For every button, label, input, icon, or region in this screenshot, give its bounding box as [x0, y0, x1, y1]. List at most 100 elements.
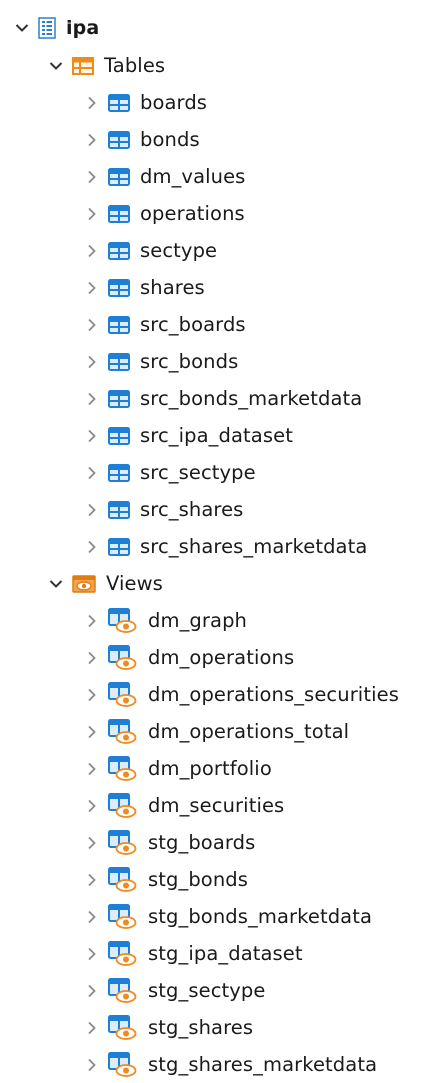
- chevron-right-icon[interactable]: [84, 613, 100, 629]
- tree-node-view[interactable]: stg_bonds_marketdata: [0, 898, 426, 935]
- table-name: src_bonds: [140, 349, 239, 373]
- table-icon: [108, 352, 130, 371]
- view-name: stg_boards: [148, 830, 256, 854]
- database-navigator-tree: ipa Tables boards bonds dm_values operat…: [0, 0, 426, 1080]
- chevron-right-icon[interactable]: [84, 354, 100, 370]
- table-icon: [108, 537, 130, 556]
- view-icon: [108, 829, 138, 856]
- tables-list: boards bonds dm_values operations sectyp…: [0, 84, 426, 565]
- tree-node-table[interactable]: operations: [0, 195, 426, 232]
- table-icon: [108, 315, 130, 334]
- table-name: bonds: [140, 127, 200, 151]
- tree-node-table[interactable]: src_shares: [0, 491, 426, 528]
- chevron-right-icon[interactable]: [84, 280, 100, 296]
- table-icon: [108, 93, 130, 112]
- tree-node-view[interactable]: stg_shares: [0, 1009, 426, 1046]
- tree-node-view[interactable]: stg_shares_marketdata: [0, 1046, 426, 1083]
- chevron-right-icon[interactable]: [84, 761, 100, 777]
- tree-node-view[interactable]: stg_boards: [0, 824, 426, 861]
- table-name: operations: [140, 201, 245, 225]
- chevron-right-icon[interactable]: [84, 983, 100, 999]
- chevron-down-icon[interactable]: [48, 576, 64, 592]
- chevron-right-icon[interactable]: [84, 95, 100, 111]
- tree-node-table[interactable]: src_sectype: [0, 454, 426, 491]
- chevron-right-icon[interactable]: [84, 502, 100, 518]
- view-icon: [108, 644, 138, 671]
- chevron-right-icon[interactable]: [84, 650, 100, 666]
- chevron-right-icon[interactable]: [84, 317, 100, 333]
- tree-node-view[interactable]: dm_portfolio: [0, 750, 426, 787]
- table-icon: [108, 463, 130, 482]
- view-name: dm_securities: [148, 793, 285, 817]
- table-icon: [108, 204, 130, 223]
- chevron-right-icon[interactable]: [84, 724, 100, 740]
- database-name: ipa: [66, 16, 100, 39]
- tree-node-table[interactable]: sectype: [0, 232, 426, 269]
- tree-node-table[interactable]: boards: [0, 84, 426, 121]
- view-icon: [108, 792, 138, 819]
- table-name: src_shares: [140, 497, 244, 521]
- chevron-down-icon[interactable]: [48, 58, 64, 74]
- tree-node-view[interactable]: stg_bonds: [0, 861, 426, 898]
- tree-node-view[interactable]: stg_ipa_dataset: [0, 935, 426, 972]
- view-name: dm_graph: [148, 608, 248, 632]
- view-icon: [108, 755, 138, 782]
- chevron-right-icon[interactable]: [84, 428, 100, 444]
- view-name: stg_bonds: [148, 867, 249, 891]
- view-icon: [108, 940, 138, 967]
- table-icon: [108, 500, 130, 519]
- tree-node-view[interactable]: dm_graph: [0, 602, 426, 639]
- chevron-right-icon[interactable]: [84, 1057, 100, 1073]
- view-icon: [108, 718, 138, 745]
- view-name: stg_shares: [148, 1015, 254, 1039]
- tree-node-table[interactable]: dm_values: [0, 158, 426, 195]
- chevron-right-icon[interactable]: [84, 206, 100, 222]
- chevron-right-icon[interactable]: [84, 909, 100, 925]
- chevron-right-icon[interactable]: [84, 946, 100, 962]
- view-icon: [108, 681, 138, 708]
- tree-node-view[interactable]: dm_operations_total: [0, 713, 426, 750]
- view-icon: [108, 1014, 138, 1041]
- tree-node-view[interactable]: dm_securities: [0, 787, 426, 824]
- tree-node-views-folder[interactable]: Views: [0, 565, 426, 602]
- tree-node-view[interactable]: stg_sectype: [0, 972, 426, 1009]
- chevron-right-icon[interactable]: [84, 132, 100, 148]
- chevron-right-icon[interactable]: [84, 465, 100, 481]
- views-list: dm_graph dm_operations dm_operations_sec…: [0, 602, 426, 1083]
- view-name: dm_operations_total: [148, 719, 350, 743]
- database-icon: [38, 17, 56, 39]
- table-name: src_bonds_marketdata: [140, 386, 363, 410]
- tree-node-database[interactable]: ipa: [0, 9, 426, 47]
- chevron-right-icon[interactable]: [84, 835, 100, 851]
- tree-node-view[interactable]: dm_operations: [0, 639, 426, 676]
- table-icon: [108, 426, 130, 445]
- tree-node-table[interactable]: src_shares_marketdata: [0, 528, 426, 565]
- views-folder-icon: [72, 574, 96, 593]
- table-icon: [108, 389, 130, 408]
- table-icon: [108, 278, 130, 297]
- chevron-right-icon[interactable]: [84, 391, 100, 407]
- view-name: stg_ipa_dataset: [148, 941, 303, 965]
- tree-node-table[interactable]: bonds: [0, 121, 426, 158]
- chevron-right-icon[interactable]: [84, 687, 100, 703]
- table-name: src_ipa_dataset: [140, 423, 293, 447]
- tree-node-table[interactable]: src_ipa_dataset: [0, 417, 426, 454]
- chevron-down-icon[interactable]: [14, 20, 30, 36]
- tree-node-table[interactable]: src_bonds_marketdata: [0, 380, 426, 417]
- tree-node-table[interactable]: src_boards: [0, 306, 426, 343]
- view-name: stg_shares_marketdata: [148, 1052, 378, 1076]
- chevron-right-icon[interactable]: [84, 798, 100, 814]
- view-name: dm_operations: [148, 645, 295, 669]
- tree-node-view[interactable]: dm_operations_securities: [0, 676, 426, 713]
- chevron-right-icon[interactable]: [84, 1020, 100, 1036]
- chevron-right-icon[interactable]: [84, 243, 100, 259]
- tree-node-table[interactable]: shares: [0, 269, 426, 306]
- view-icon: [108, 866, 138, 893]
- chevron-right-icon[interactable]: [84, 539, 100, 555]
- tree-node-table[interactable]: src_bonds: [0, 343, 426, 380]
- chevron-right-icon[interactable]: [84, 872, 100, 888]
- chevron-right-icon[interactable]: [84, 169, 100, 185]
- view-icon: [108, 977, 138, 1004]
- tree-node-tables-folder[interactable]: Tables: [0, 47, 426, 84]
- table-icon: [108, 167, 130, 186]
